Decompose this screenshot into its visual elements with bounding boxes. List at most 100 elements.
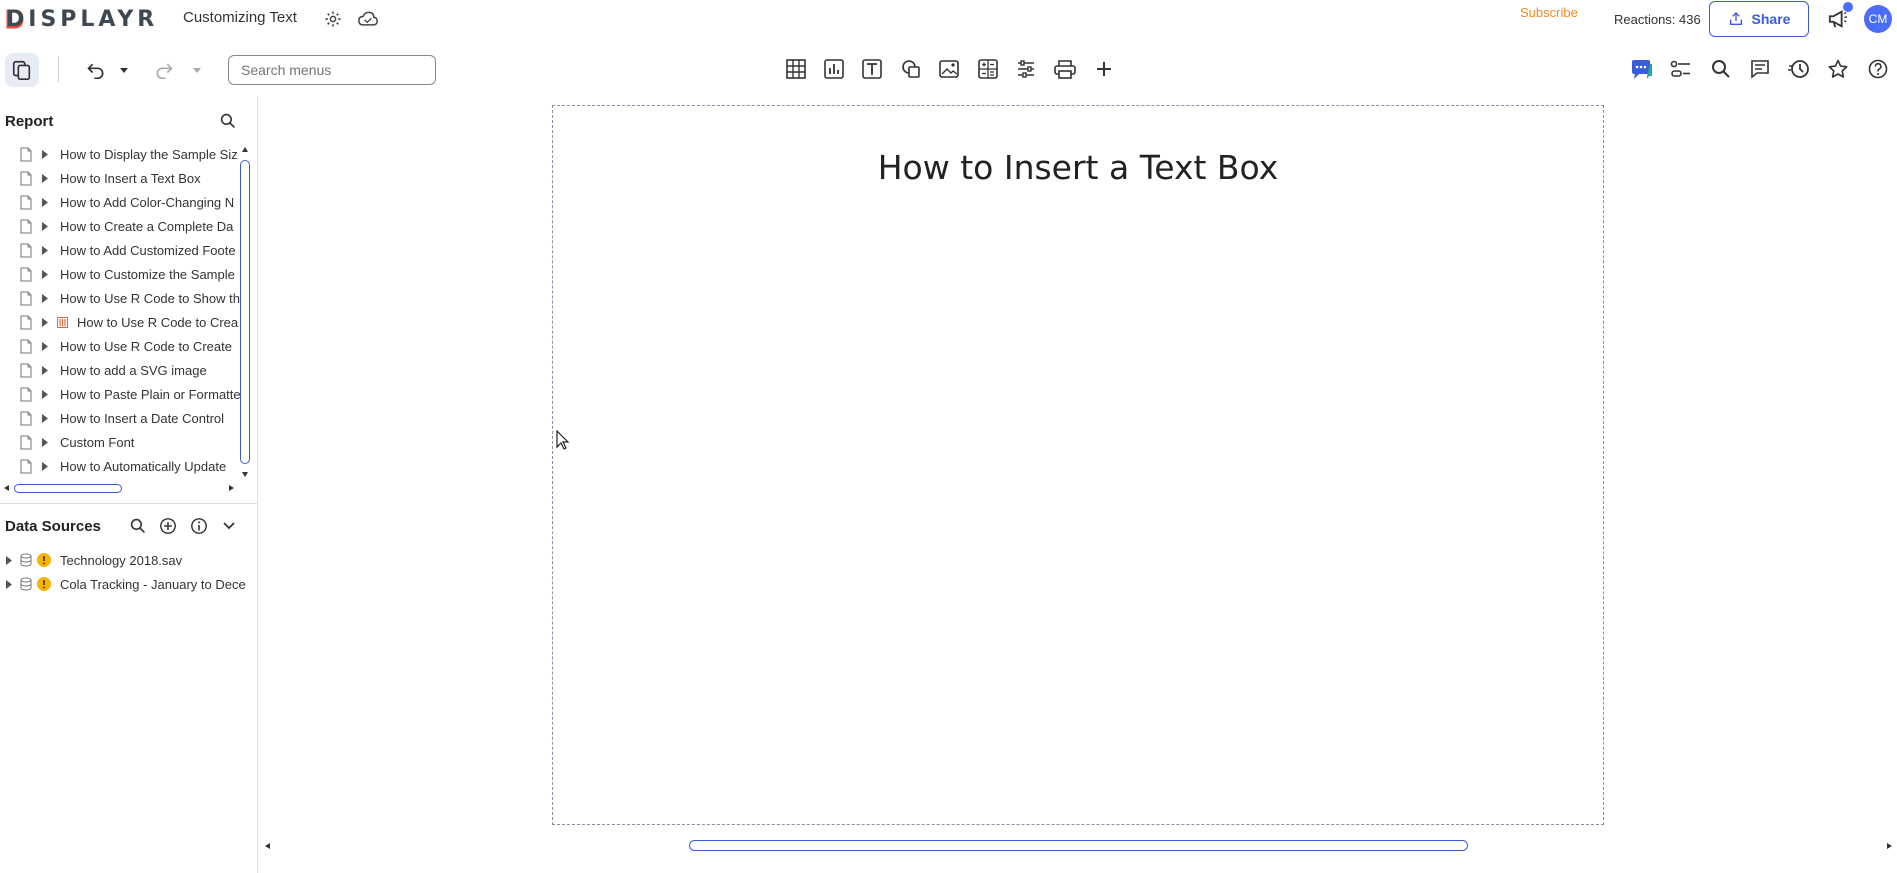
subscribe-link[interactable]: Subscribe bbox=[1520, 5, 1578, 20]
report-tree-item[interactable]: How to Add Customized Foote bbox=[0, 240, 248, 262]
report-vertical-scrollbar[interactable] bbox=[240, 160, 250, 464]
report-search-icon[interactable] bbox=[216, 109, 240, 133]
report-tree-item[interactable]: How to Insert a Text Box bbox=[0, 168, 248, 190]
report-tree-item[interactable]: How to Use R Code to Show th bbox=[0, 288, 248, 310]
report-tree-item[interactable]: How to Insert a Date Control bbox=[0, 408, 248, 430]
chat-icon[interactable] bbox=[1630, 57, 1654, 81]
avatar[interactable]: CM bbox=[1864, 5, 1892, 33]
report-tree-item[interactable]: How to Customize the Sample bbox=[0, 264, 248, 286]
r-output-icon bbox=[57, 317, 68, 328]
star-icon[interactable] bbox=[1826, 57, 1850, 81]
report-tree-item[interactable]: How to add a SVG image bbox=[0, 360, 248, 382]
expand-caret-icon[interactable] bbox=[42, 366, 48, 375]
expand-caret-icon[interactable] bbox=[42, 414, 48, 423]
chevron-down-icon[interactable] bbox=[217, 514, 241, 538]
settings-toggle-icon[interactable] bbox=[1669, 57, 1693, 81]
expand-caret-icon[interactable] bbox=[42, 462, 48, 471]
report-horizontal-scrollbar[interactable] bbox=[14, 484, 122, 493]
info-icon[interactable] bbox=[187, 514, 211, 538]
expand-caret-icon[interactable] bbox=[42, 270, 48, 279]
print-icon[interactable] bbox=[1053, 57, 1077, 81]
data-source-item[interactable]: Technology 2018.sav bbox=[0, 549, 254, 571]
report-tree-item[interactable]: Custom Font bbox=[0, 432, 248, 454]
scroll-left-arrow-icon[interactable] bbox=[4, 485, 9, 491]
top-bar: DISPLAYR Customizing Text Subscribe Reac… bbox=[0, 0, 1897, 38]
report-tree-item[interactable]: How to Automatically Update bbox=[0, 456, 248, 478]
expand-caret-icon[interactable] bbox=[6, 580, 12, 589]
report-tree-item-label: How to Use R Code to Show th bbox=[60, 291, 240, 306]
cloud-saved-icon[interactable] bbox=[356, 7, 380, 31]
shapes-icon[interactable] bbox=[899, 57, 923, 81]
reactions-count: Reactions: 436 bbox=[1614, 12, 1701, 27]
history-icon[interactable] bbox=[1787, 57, 1811, 81]
report-tree-item-label: How to Customize the Sample bbox=[60, 267, 235, 282]
report-tree-item[interactable]: How to Use R Code to Crea bbox=[0, 312, 248, 334]
data-source-item[interactable]: Cola Tracking - January to Dece bbox=[0, 573, 254, 595]
document-title[interactable]: Customizing Text bbox=[183, 9, 297, 26]
page-doc-icon bbox=[20, 219, 32, 234]
report-tree-item[interactable]: How to Paste Plain or Formatte bbox=[0, 384, 248, 406]
data-sources-heading: Data Sources bbox=[5, 518, 101, 535]
report-tree-item-label: How to Display the Sample Siz bbox=[60, 147, 238, 162]
search-icon[interactable] bbox=[1709, 57, 1733, 81]
expand-caret-icon[interactable] bbox=[42, 198, 48, 207]
redo-icon[interactable] bbox=[152, 58, 176, 82]
canvas-scroll-right-arrow-icon[interactable] bbox=[1887, 843, 1892, 849]
expand-caret-icon[interactable] bbox=[42, 150, 48, 159]
warning-icon[interactable] bbox=[37, 553, 51, 567]
page-title-textbox[interactable]: How to Insert a Text Box bbox=[553, 148, 1603, 187]
report-tree-item[interactable]: How to Use R Code to Create bbox=[0, 336, 248, 358]
pages-panel-toggle[interactable] bbox=[5, 53, 39, 87]
page-canvas[interactable]: How to Insert a Text Box bbox=[552, 105, 1604, 825]
filter-sliders-icon[interactable] bbox=[1014, 57, 1038, 81]
expand-caret-icon[interactable] bbox=[42, 438, 48, 447]
report-tree-item-label: How to Insert a Date Control bbox=[60, 411, 225, 426]
notification-dot bbox=[1843, 2, 1853, 12]
database-icon bbox=[20, 577, 32, 591]
report-tree-item[interactable]: How to Display the Sample Siz bbox=[0, 144, 248, 166]
calculator-icon[interactable] bbox=[976, 57, 1000, 81]
expand-caret-icon[interactable] bbox=[42, 318, 48, 327]
table-icon[interactable] bbox=[784, 57, 808, 81]
share-button[interactable]: Share bbox=[1709, 1, 1809, 37]
chart-icon[interactable] bbox=[822, 57, 846, 81]
undo-icon[interactable] bbox=[84, 58, 108, 82]
report-tree-item-label: How to Use R Code to Create bbox=[60, 339, 232, 354]
scroll-down-arrow-icon[interactable] bbox=[242, 472, 248, 477]
gear-icon[interactable] bbox=[321, 7, 345, 31]
plus-icon[interactable] bbox=[1092, 57, 1116, 81]
expand-caret-icon[interactable] bbox=[42, 246, 48, 255]
scroll-up-arrow-icon[interactable] bbox=[242, 147, 248, 152]
expand-caret-icon[interactable] bbox=[42, 222, 48, 231]
mouse-cursor-icon bbox=[556, 430, 570, 450]
displayr-logo[interactable]: DISPLAYR bbox=[6, 6, 159, 32]
logo-text: DISPLAYR bbox=[6, 6, 159, 32]
expand-caret-icon[interactable] bbox=[42, 294, 48, 303]
panel-divider bbox=[0, 503, 258, 504]
add-data-source-icon[interactable] bbox=[156, 514, 180, 538]
report-tree-item-label: How to Insert a Text Box bbox=[60, 171, 201, 186]
expand-caret-icon[interactable] bbox=[42, 174, 48, 183]
redo-history-chevron-icon[interactable] bbox=[190, 58, 204, 82]
canvas-horizontal-scrollbar[interactable] bbox=[689, 840, 1468, 851]
help-icon[interactable] bbox=[1866, 57, 1890, 81]
canvas-scroll-left-arrow-icon[interactable] bbox=[265, 843, 270, 849]
report-tree-item[interactable]: How to Add Color-Changing N bbox=[0, 192, 248, 214]
search-menus-input[interactable] bbox=[228, 55, 436, 85]
toolbar-divider bbox=[58, 56, 59, 82]
report-tree-item-label: How to Create a Complete Da bbox=[60, 219, 234, 234]
comment-icon[interactable] bbox=[1748, 57, 1772, 81]
image-icon[interactable] bbox=[937, 57, 961, 81]
warning-icon[interactable] bbox=[37, 577, 51, 591]
report-tree-item[interactable]: How to Create a Complete Da bbox=[0, 216, 248, 238]
pages-icon bbox=[12, 60, 31, 80]
report-tree-item-label: Custom Font bbox=[60, 435, 135, 450]
data-sources-search-icon[interactable] bbox=[126, 514, 150, 538]
undo-history-chevron-icon[interactable] bbox=[117, 58, 131, 82]
expand-caret-icon[interactable] bbox=[6, 556, 12, 565]
report-tree-item-label: How to Paste Plain or Formatte bbox=[60, 387, 241, 402]
text-icon[interactable] bbox=[860, 57, 884, 81]
expand-caret-icon[interactable] bbox=[42, 390, 48, 399]
scroll-right-arrow-icon[interactable] bbox=[229, 485, 234, 491]
expand-caret-icon[interactable] bbox=[42, 342, 48, 351]
